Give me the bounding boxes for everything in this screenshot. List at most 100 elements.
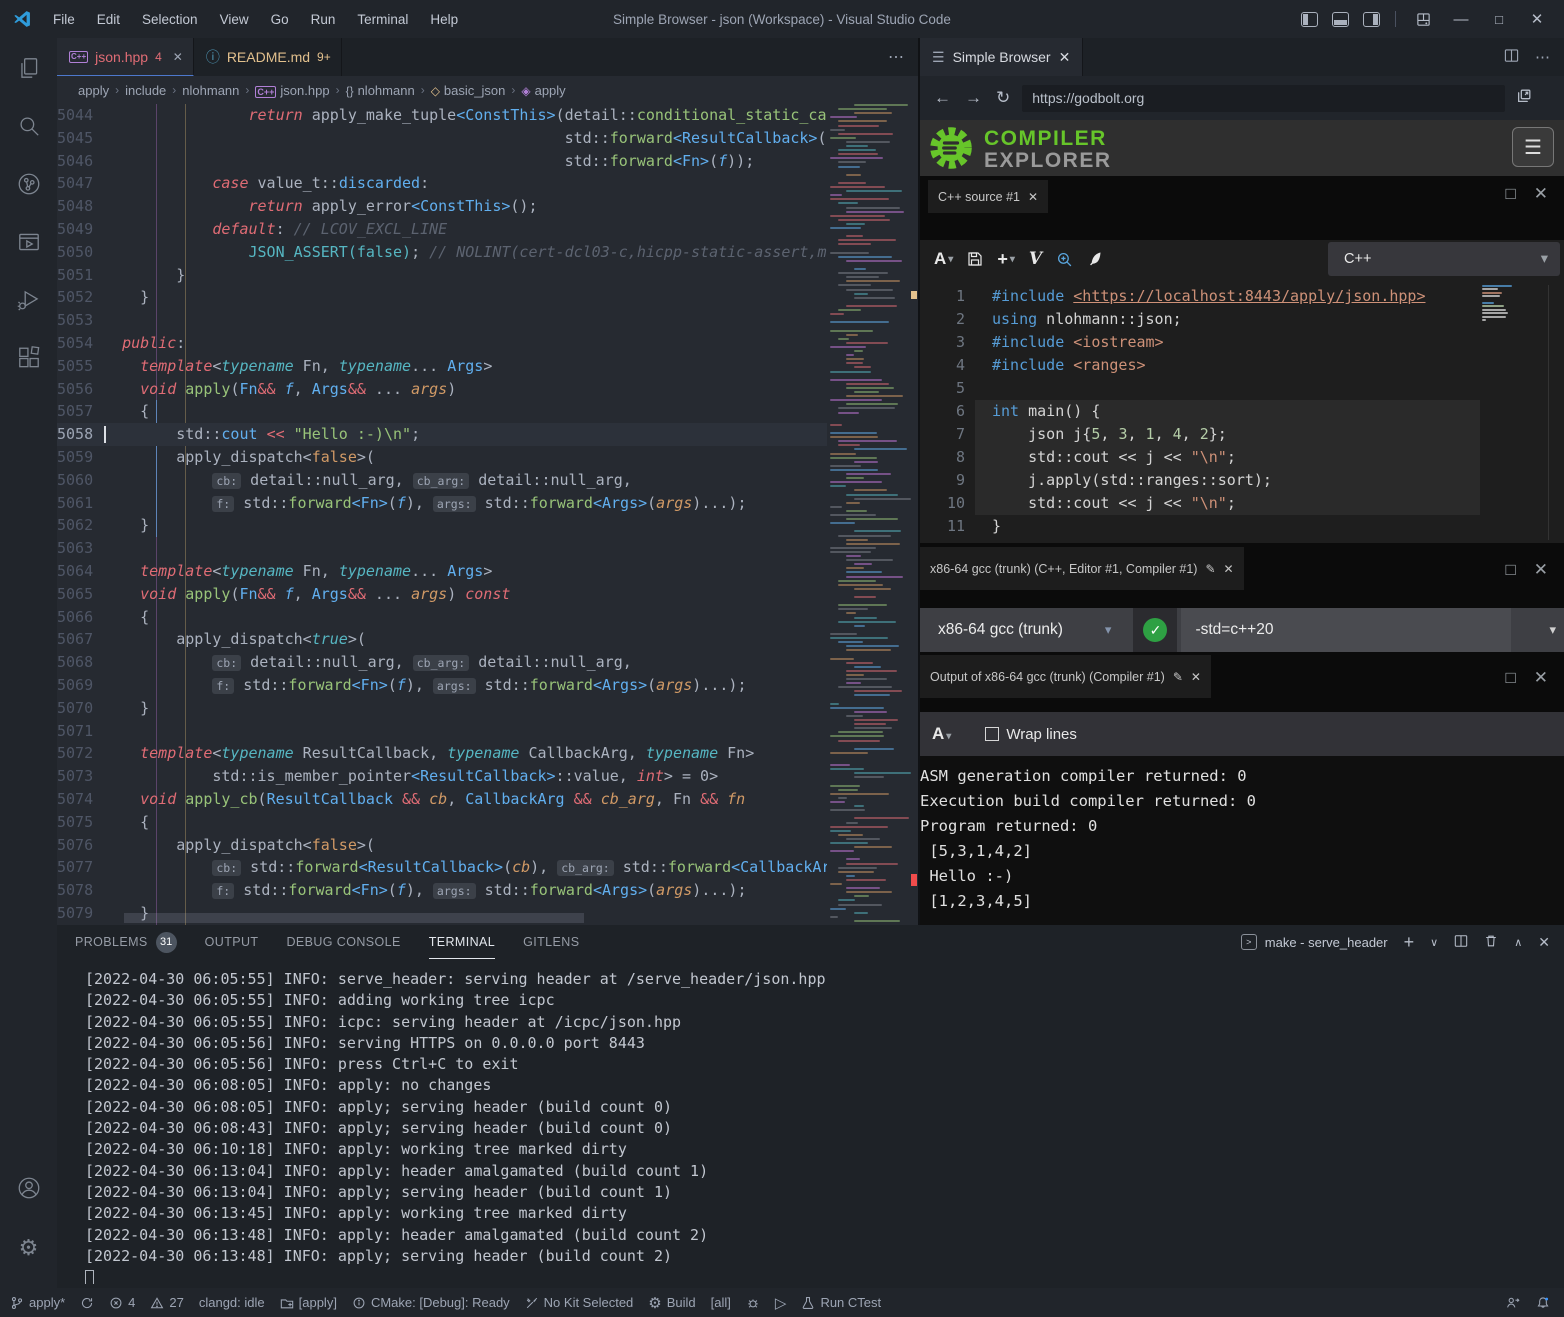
panel-tab-terminal[interactable]: TERMINAL <box>429 925 495 959</box>
edit-pencil-icon[interactable]: ✎ <box>1173 670 1183 684</box>
status-warning[interactable]: 27 <box>150 1295 183 1310</box>
quill-icon[interactable] <box>1087 251 1103 267</box>
status-info-circle[interactable]: CMake: [Debug]: Ready <box>352 1295 510 1310</box>
font-size-icon[interactable]: A▾ <box>934 249 953 269</box>
customize-layout-icon[interactable] <box>1406 4 1440 34</box>
terminal-output[interactable]: [2022-04-30 06:05:55] INFO: serve_header… <box>85 969 1554 1284</box>
maximize-pane-icon[interactable]: □ <box>1505 184 1515 204</box>
split-editor-icon[interactable] <box>1504 48 1519 67</box>
compiler-select[interactable]: x86-64 gcc (trunk) <box>938 621 1063 639</box>
panel-tab-problems[interactable]: PROBLEMS31 <box>75 925 177 959</box>
toggle-panel-icon[interactable] <box>1332 12 1349 27</box>
breadcrumb-item[interactable]: include <box>125 83 166 98</box>
close-pane-icon[interactable]: ✕ <box>1534 560 1548 580</box>
maximize-panel-icon[interactable]: ∧ <box>1514 936 1522 949</box>
compiler-pane-tab[interactable]: x86-64 gcc (trunk) (C++, Editor #1, Comp… <box>920 547 1244 590</box>
breadcrumb-item[interactable]: nlohmann <box>182 83 239 98</box>
panel-tab-debug-console[interactable]: DEBUG CONSOLE <box>286 925 400 959</box>
breadcrumb-item[interactable]: ◈apply <box>521 83 565 98</box>
zoom-search-icon[interactable] <box>1056 251 1073 268</box>
menu-selection[interactable]: Selection <box>131 8 209 31</box>
more-editor-actions-icon[interactable]: ⋯ <box>874 38 918 76</box>
panel-tab-gitlens[interactable]: GITLENS <box>523 925 579 959</box>
source-pane-tab[interactable]: C++ source #1 ✕ <box>928 180 1048 213</box>
activity-extensions-icon[interactable] <box>0 336 57 384</box>
close-icon[interactable]: ✕ <box>1191 670 1201 684</box>
close-icon[interactable]: ✕ <box>173 50 183 64</box>
font-size-icon[interactable]: A▾ <box>932 724 951 744</box>
back-icon[interactable]: ← <box>934 88 951 108</box>
breadcrumb-item[interactable]: ◇basic_json <box>431 83 506 98</box>
chevron-down-icon[interactable]: ∨ <box>1430 936 1438 949</box>
breadcrumb-item[interactable]: C++json.hpp <box>255 83 329 98</box>
menu-file[interactable]: File <box>42 8 86 31</box>
activity-run-panel-icon[interactable] <box>0 220 57 268</box>
status-bug[interactable] <box>746 1296 760 1310</box>
edit-pencil-icon[interactable]: ✎ <box>1205 562 1215 576</box>
forward-icon[interactable]: → <box>965 88 982 108</box>
output-pane-tab[interactable]: Output of x86-64 gcc (trunk) (Compiler #… <box>920 655 1211 698</box>
activity-settings-icon[interactable]: ⚙ <box>0 1224 57 1272</box>
kill-terminal-icon[interactable] <box>1484 934 1498 951</box>
status-tools[interactable]: No Kit Selected <box>525 1295 634 1310</box>
horizontal-scrollbar[interactable] <box>124 913 584 923</box>
activity-debug-icon[interactable] <box>0 278 57 326</box>
activity-explorer-icon[interactable] <box>0 46 57 94</box>
code-token[interactable]: <https://localhost:8443/apply/json.hpp> <box>1073 287 1425 305</box>
menu-go[interactable]: Go <box>260 8 300 31</box>
close-window-button[interactable]: ✕ <box>1520 4 1554 34</box>
maximize-pane-icon[interactable]: □ <box>1505 668 1515 688</box>
tab-simple-browser[interactable]: ☰ Simple Browser ✕ <box>920 38 1083 76</box>
close-pane-icon[interactable]: ✕ <box>1534 184 1548 204</box>
close-icon[interactable]: ✕ <box>1028 190 1038 204</box>
status-error[interactable]: 4 <box>109 1295 135 1310</box>
close-icon[interactable]: ✕ <box>1059 49 1071 66</box>
godbolt-scrollbar[interactable] <box>1548 285 1549 540</box>
save-icon[interactable] <box>967 251 983 267</box>
maximize-pane-icon[interactable]: □ <box>1505 560 1515 580</box>
split-terminal-icon[interactable] <box>1454 934 1468 951</box>
tab-readme-md[interactable]: ⓘREADME.md9+ <box>194 38 342 76</box>
status-play[interactable]: ▷ <box>775 1294 787 1312</box>
hamburger-menu-icon[interactable]: ☰ <box>1512 127 1554 167</box>
new-terminal-icon[interactable]: + <box>1404 932 1415 953</box>
tab-json-hpp[interactable]: C++json.hpp4✕ <box>57 38 194 76</box>
open-external-icon[interactable] <box>1516 87 1533 109</box>
breadcrumb-item[interactable]: {}nlohmann <box>346 83 415 98</box>
status-person[interactable] <box>1506 1296 1520 1310</box>
url-input[interactable]: https://godbolt.org <box>1022 85 1505 112</box>
close-icon[interactable]: ✕ <box>1224 562 1234 576</box>
status-sync[interactable] <box>80 1296 94 1310</box>
close-pane-icon[interactable]: ✕ <box>1534 668 1548 688</box>
compiler-options-input[interactable]: -std=c++20 <box>1181 608 1511 652</box>
toggle-sidebar-icon[interactable] <box>1301 12 1318 27</box>
status-bell[interactable] <box>1536 1296 1550 1310</box>
code-editor[interactable]: 5044 return apply_make_tuple<ConstThis>(… <box>57 104 827 925</box>
menu-help[interactable]: Help <box>419 8 469 31</box>
status-clangd-idle[interactable]: clangd: idle <box>199 1295 265 1310</box>
vim-mode-icon[interactable]: V <box>1029 249 1042 269</box>
activity-source-control-icon[interactable] <box>0 162 57 210</box>
activity-account-icon[interactable] <box>0 1166 57 1214</box>
activity-search-icon[interactable] <box>0 104 57 152</box>
status-git-branch[interactable]: apply* <box>10 1295 65 1310</box>
status-beaker[interactable]: Run CTest <box>801 1295 881 1310</box>
close-panel-icon[interactable]: ✕ <box>1538 934 1550 951</box>
menu-run[interactable]: Run <box>300 8 347 31</box>
reload-icon[interactable]: ↻ <box>996 88 1010 108</box>
minimize-button[interactable]: — <box>1444 4 1478 34</box>
status-gear[interactable]: ⚙Build <box>648 1294 695 1312</box>
panel-tab-output[interactable]: OUTPUT <box>205 925 259 959</box>
breadcrumb-item[interactable]: apply <box>78 83 109 98</box>
menu-terminal[interactable]: Terminal <box>346 8 419 31</box>
godbolt-minimap[interactable] <box>1480 285 1526 405</box>
menu-view[interactable]: View <box>209 8 260 31</box>
minimap[interactable] <box>827 104 913 925</box>
more-actions-icon[interactable]: ⋯ <box>1535 48 1550 66</box>
godbolt-source-editor[interactable]: A▾ +▾ V C++ ▾ <box>920 240 1564 543</box>
chevron-down-icon[interactable]: ▾ <box>1549 622 1556 638</box>
wrap-lines-checkbox[interactable]: Wrap lines <box>985 726 1077 743</box>
add-pane-icon[interactable]: +▾ <box>997 249 1015 270</box>
menu-edit[interactable]: Edit <box>86 8 131 31</box>
terminal-instance[interactable]: > make - serve_header <box>1241 934 1388 950</box>
